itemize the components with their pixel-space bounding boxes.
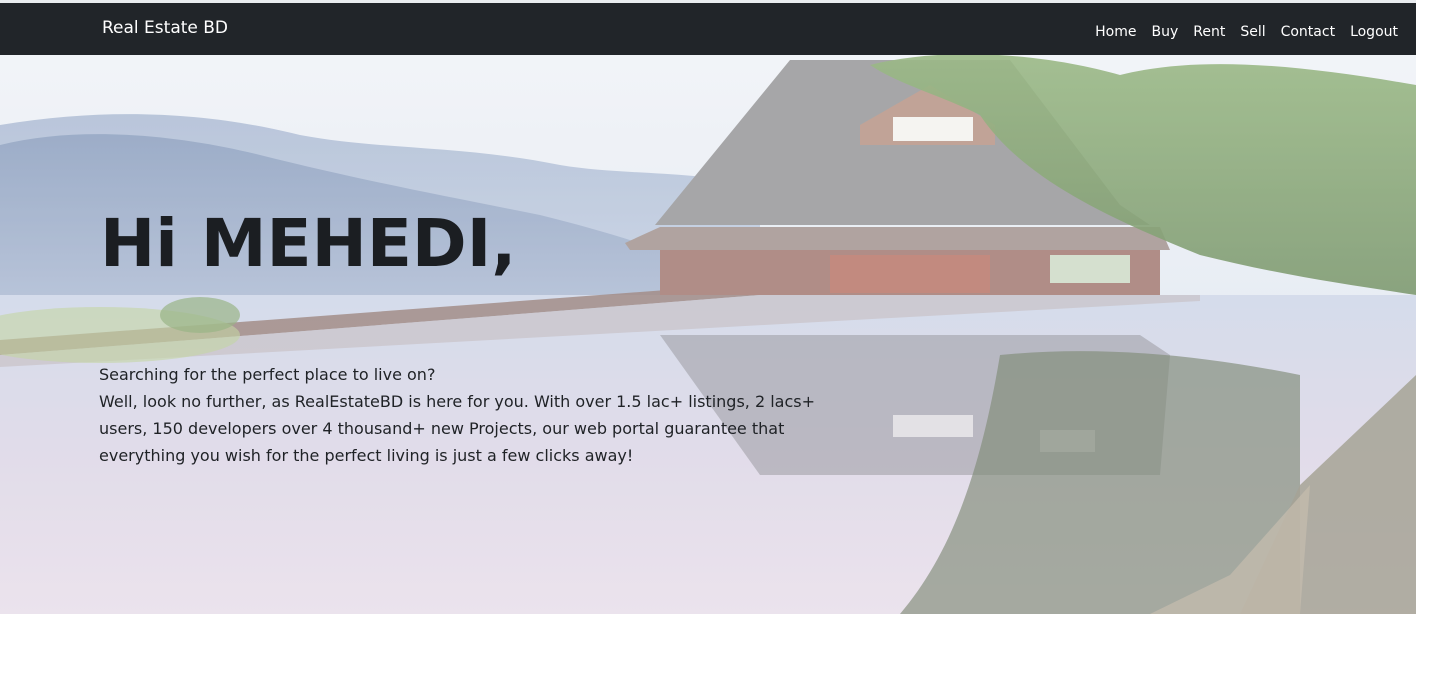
hero-background-image	[0, 55, 1416, 614]
nav-item-home: Home	[1095, 21, 1136, 40]
scrollbar-gutter	[1416, 0, 1432, 614]
nav-item-buy: Buy	[1151, 21, 1178, 40]
nav-item-rent: Rent	[1193, 21, 1225, 40]
brand-link[interactable]: Real Estate BD	[102, 18, 228, 38]
nav-item-logout: Logout	[1350, 21, 1398, 40]
nav-item-contact: Contact	[1281, 21, 1335, 40]
nav-link-sell[interactable]: Sell	[1240, 24, 1265, 40]
nav-link-logout[interactable]: Logout	[1350, 24, 1398, 40]
hero-section: Hi MEHEDI, Searching for the perfect pla…	[0, 55, 1416, 614]
navbar: Real Estate BD Home Buy Rent Sell Contac…	[0, 3, 1416, 55]
hero-greeting: Hi MEHEDI,	[100, 205, 517, 282]
hero-body-text: Well, look no further, as RealEstateBD i…	[99, 392, 815, 465]
nav-link-home[interactable]: Home	[1095, 24, 1136, 40]
nav-link-rent[interactable]: Rent	[1193, 24, 1225, 40]
nav-link-contact[interactable]: Contact	[1281, 24, 1335, 40]
nav-links: Home Buy Rent Sell Contact Logout	[1095, 21, 1398, 40]
hero-description: Searching for the perfect place to live …	[99, 361, 829, 469]
nav-item-sell: Sell	[1240, 21, 1265, 40]
nav-link-buy[interactable]: Buy	[1151, 24, 1178, 40]
hero-question: Searching for the perfect place to live …	[99, 365, 436, 384]
